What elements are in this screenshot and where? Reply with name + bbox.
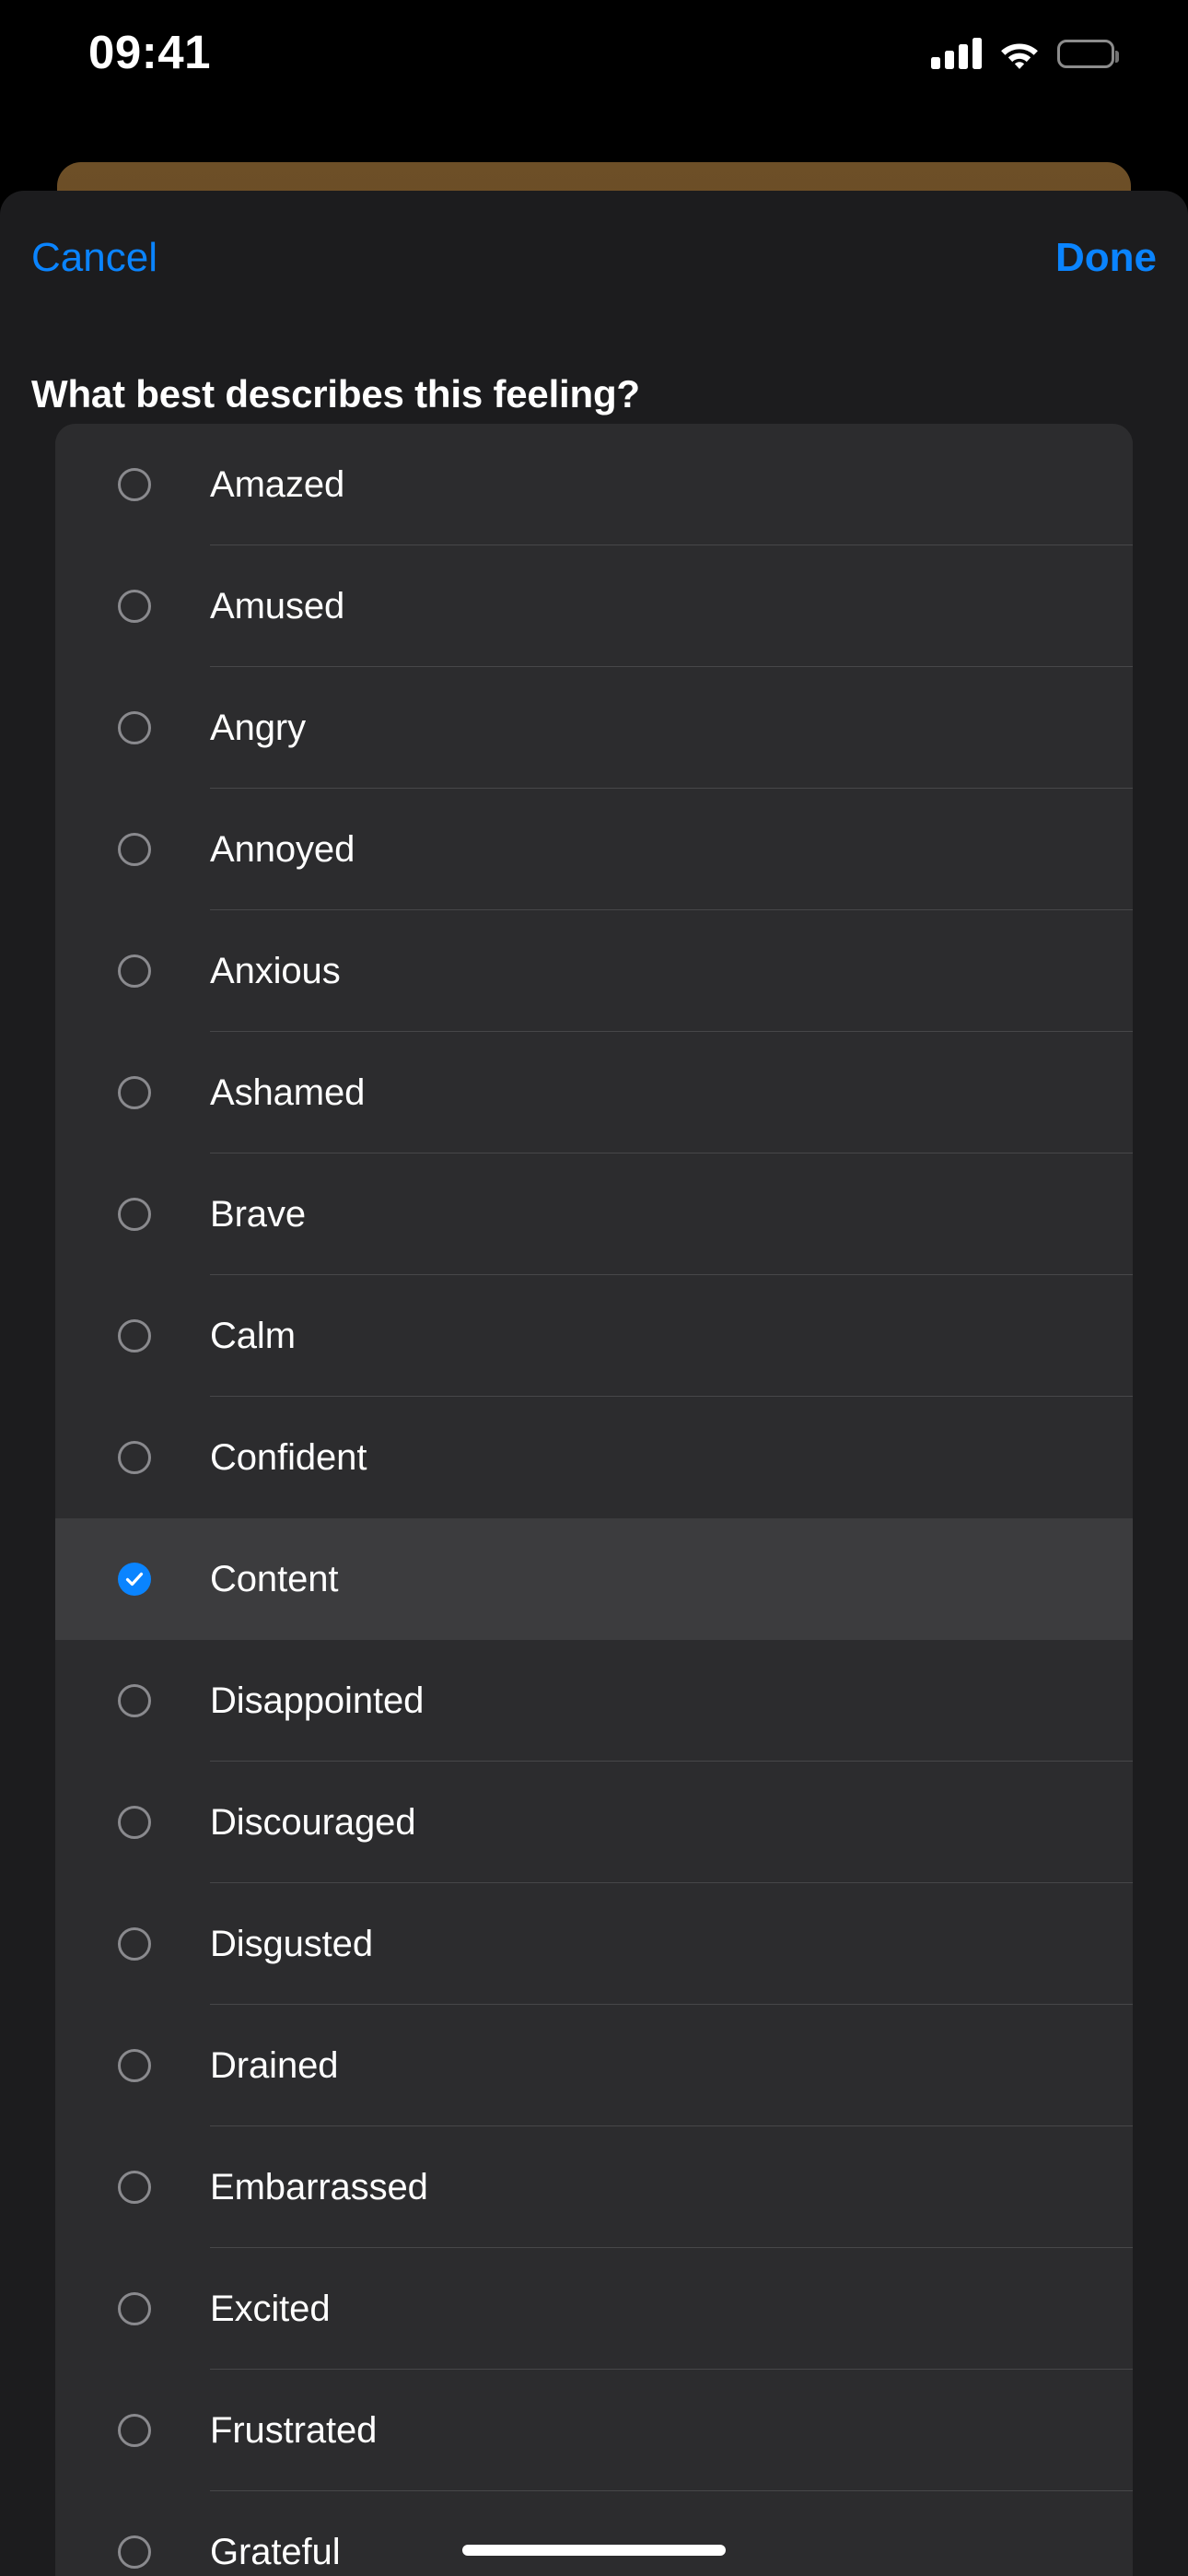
page-title: What best describes this feeling? [31, 372, 640, 416]
option-row[interactable]: Drained [55, 2005, 1133, 2126]
option-label: Grateful [210, 2532, 341, 2572]
radio-circle-icon[interactable] [118, 1927, 151, 1961]
option-row[interactable]: Disgusted [55, 1883, 1133, 2005]
option-label: Confident [210, 1437, 367, 1478]
radio-circle-icon[interactable] [118, 954, 151, 988]
cancel-button[interactable]: Cancel [31, 234, 157, 282]
status-bar-time: 09:41 [88, 26, 211, 78]
option-row[interactable]: Brave [55, 1153, 1133, 1275]
home-indicator[interactable] [462, 2545, 726, 2556]
radio-circle-icon[interactable] [118, 1319, 151, 1352]
phone-screen: 09:41 Cancel Done What best describes th… [0, 0, 1188, 2576]
radio-circle-icon[interactable] [118, 1198, 151, 1231]
option-row[interactable]: Ashamed [55, 1032, 1133, 1153]
option-row[interactable]: Embarrassed [55, 2126, 1133, 2248]
cellular-signal-icon [931, 38, 982, 69]
option-row[interactable]: Angry [55, 667, 1133, 789]
options-list: Amazed Amused Angry Annoyed Anxious Ashamed Br… [55, 424, 1133, 2576]
option-row[interactable]: Amused [55, 545, 1133, 667]
option-row[interactable]: Frustrated [55, 2370, 1133, 2491]
battery-icon [1057, 39, 1119, 68]
radio-circle-icon[interactable] [118, 590, 151, 623]
option-row[interactable]: Content [55, 1518, 1133, 1640]
done-button[interactable]: Done [1055, 234, 1157, 282]
option-row[interactable]: Calm [55, 1275, 1133, 1397]
radio-circle-icon[interactable] [118, 2414, 151, 2447]
radio-circle-icon[interactable] [118, 1441, 151, 1474]
radio-circle-icon[interactable] [118, 2535, 151, 2569]
option-label: Brave [210, 1194, 306, 1235]
option-label: Frustrated [210, 2410, 378, 2451]
option-label: Ashamed [210, 1072, 366, 1113]
option-label: Annoyed [210, 829, 355, 870]
option-label: Calm [210, 1316, 296, 1356]
sheet-toolbar: Cancel Done [0, 191, 1188, 310]
option-label: Angry [210, 708, 306, 748]
option-row[interactable]: Annoyed [55, 789, 1133, 910]
status-bar: 09:41 [0, 0, 1188, 127]
radio-circle-icon[interactable] [118, 833, 151, 866]
radio-circle-icon[interactable] [118, 2292, 151, 2325]
modal-sheet: Cancel Done What best describes this fee… [0, 191, 1188, 2576]
wifi-icon [998, 38, 1041, 69]
option-label: Drained [210, 2045, 339, 2086]
option-label: Disgusted [210, 1924, 373, 1964]
checkmark-circle-icon[interactable] [118, 1563, 151, 1596]
radio-circle-icon[interactable] [118, 1076, 151, 1109]
radio-circle-icon[interactable] [118, 1806, 151, 1839]
option-row[interactable]: Disappointed [55, 1640, 1133, 1762]
option-row[interactable]: Confident [55, 1397, 1133, 1518]
option-label: Amazed [210, 464, 345, 505]
option-row[interactable]: Grateful [55, 2491, 1133, 2576]
option-row[interactable]: Excited [55, 2248, 1133, 2370]
radio-circle-icon[interactable] [118, 468, 151, 501]
status-bar-indicators [931, 33, 1119, 74]
option-label: Amused [210, 586, 345, 626]
option-label: Embarrassed [210, 2167, 428, 2207]
option-label: Disappointed [210, 1680, 425, 1721]
option-label: Discouraged [210, 1802, 416, 1843]
radio-circle-icon[interactable] [118, 2049, 151, 2082]
option-row[interactable]: Discouraged [55, 1762, 1133, 1883]
option-label: Excited [210, 2289, 331, 2329]
radio-circle-icon[interactable] [118, 2171, 151, 2204]
radio-circle-icon[interactable] [118, 1684, 151, 1717]
option-label: Anxious [210, 951, 341, 991]
radio-circle-icon[interactable] [118, 711, 151, 744]
option-label: Content [210, 1559, 339, 1599]
option-row[interactable]: Amazed [55, 424, 1133, 545]
option-row[interactable]: Anxious [55, 910, 1133, 1032]
